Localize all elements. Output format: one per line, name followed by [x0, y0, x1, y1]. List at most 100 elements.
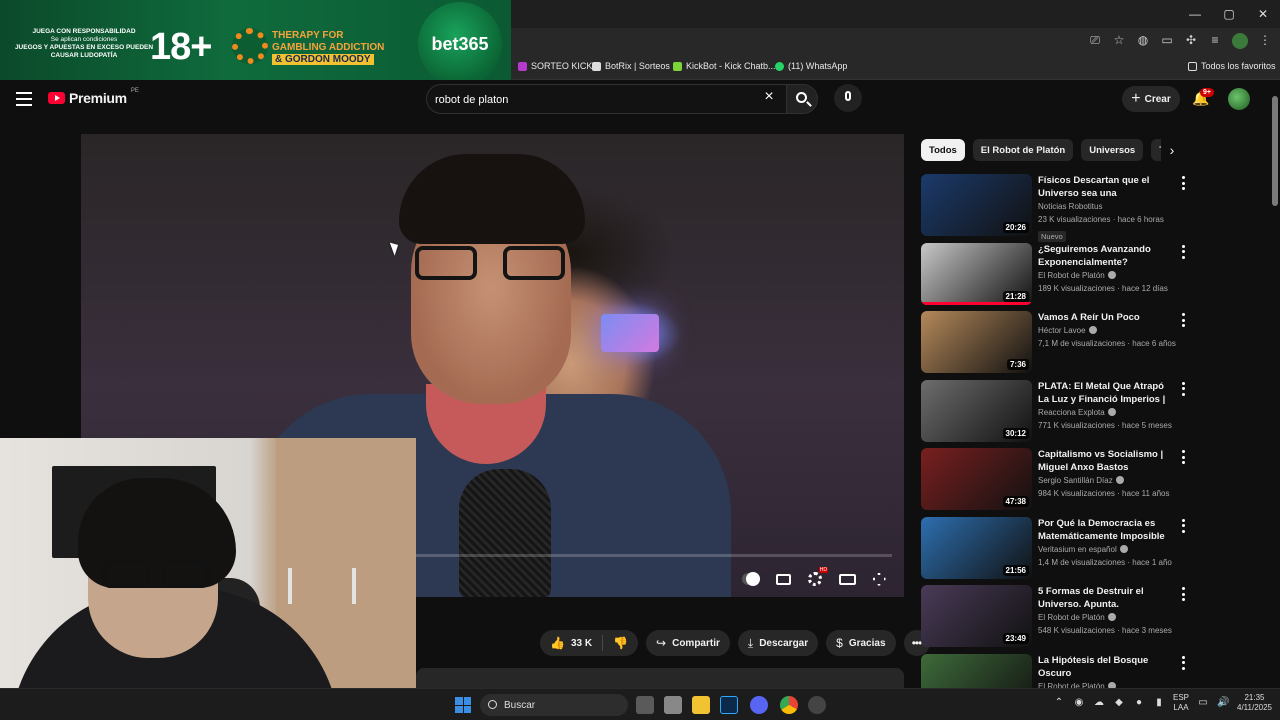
puzzle-icon[interactable]: ✣ [1184, 33, 1198, 47]
create-button[interactable]: + Crear [1122, 86, 1180, 112]
download-button[interactable]: ⤓ Descargar [737, 630, 819, 656]
related-video-channel[interactable]: Reacciona Explota [1038, 406, 1168, 419]
like-icon[interactable]: 👍 [550, 636, 565, 650]
more-options-icon[interactable] [1179, 176, 1187, 190]
related-video-title[interactable]: ¿Seguiremos Avanzando Exponencialmente? [1038, 243, 1168, 269]
bookmark-star-icon[interactable]: ☆ [1112, 33, 1126, 47]
more-options-icon[interactable] [1179, 381, 1187, 396]
fullscreen-button[interactable] [870, 571, 888, 587]
more-options-icon[interactable] [1179, 244, 1187, 259]
chevron-right-icon[interactable]: › [1164, 142, 1180, 158]
share-button[interactable]: ↪ Compartir [646, 630, 730, 656]
dislike-icon[interactable]: 👎 [613, 636, 628, 650]
ad-banner[interactable]: JUEGA CON RESPONSABILIDAD Se aplican con… [0, 0, 511, 88]
app-icon[interactable] [664, 696, 682, 714]
app-icon[interactable] [808, 696, 826, 714]
related-video-item[interactable]: 21:56 Por Qué la Democracia es Matemática… [921, 516, 1193, 586]
related-video-item[interactable]: 20:26 Físicos Descartan que el Universo s… [921, 174, 1193, 243]
browser-profile-avatar[interactable] [1232, 33, 1248, 49]
all-favorites-folder[interactable]: Todos los favoritos [1188, 61, 1276, 71]
more-options-icon[interactable] [1179, 313, 1187, 327]
video-thumbnail[interactable]: 21:28 [921, 242, 1032, 305]
volume-icon[interactable]: 🔊 [1217, 697, 1229, 709]
related-video-title[interactable]: La Hipótesis del Bosque Oscuro [1038, 654, 1168, 680]
thanks-button[interactable]: $ Gracias [826, 630, 896, 656]
related-video-item[interactable]: 7:36 Vamos A Reír Un Poco Héctor Lavoe 7,1 … [921, 311, 1193, 380]
related-video-item[interactable]: 30:12 PLATA: El Metal Que Atrapó La Luz y… [921, 379, 1193, 449]
maximize-button[interactable]: ▢ [1212, 0, 1246, 28]
menu-icon[interactable] [16, 92, 32, 106]
account-avatar[interactable] [1228, 88, 1250, 110]
clear-search-icon[interactable]: × [762, 89, 776, 105]
video-thumbnail[interactable]: 7:36 [921, 311, 1032, 373]
video-thumbnail[interactable]: 21:56 [921, 516, 1032, 579]
related-video-title[interactable]: 5 Formas de Destruir el Universo. Apunta… [1038, 585, 1168, 611]
discord-icon[interactable] [750, 696, 768, 714]
youtube-premium-logo[interactable]: Premium PE [48, 88, 139, 106]
more-options-icon[interactable] [1179, 450, 1187, 464]
close-window-button[interactable]: ✕ [1246, 0, 1280, 28]
related-video-title[interactable]: Físicos Descartan que el Universo sea un… [1038, 174, 1168, 200]
extension-icon[interactable]: ▭ [1160, 33, 1174, 47]
chevron-up-icon[interactable]: ⌃ [1053, 697, 1065, 709]
cast-icon[interactable]: ⎚ [1088, 33, 1102, 47]
clock[interactable]: 21:35 4/11/2025 [1237, 693, 1272, 713]
file-explorer-icon[interactable] [692, 696, 710, 714]
video-thumbnail[interactable]: 30:12 [921, 379, 1032, 442]
taskbar-search[interactable]: Buscar [480, 694, 628, 716]
network-icon[interactable]: ▭ [1197, 697, 1209, 709]
media-control-icon[interactable]: ≡ [1208, 33, 1222, 47]
related-video-title[interactable]: Por Qué la Democracia es Matemáticamente… [1038, 517, 1168, 543]
more-options-icon[interactable] [1179, 587, 1187, 601]
windows-start-icon[interactable] [455, 697, 471, 713]
browser-menu-icon[interactable]: ⋮ [1258, 33, 1272, 47]
related-video-channel[interactable]: Sergio Santillán Díaz [1038, 474, 1168, 487]
related-video-item[interactable]: 21:28 ¿Seguiremos Avanzando Exponencialme… [921, 242, 1193, 312]
search-input[interactable] [435, 91, 755, 109]
related-video-channel[interactable]: Veritasium en español [1038, 543, 1168, 556]
task-view-icon[interactable] [636, 696, 654, 714]
related-video-channel[interactable]: El Robot de Platón [1038, 611, 1168, 624]
video-thumbnail[interactable]: 23:49 [921, 585, 1032, 647]
chip-tech[interactable]: Tec [1151, 139, 1161, 161]
chrome-icon[interactable] [780, 696, 798, 714]
related-video-title[interactable]: Capitalismo vs Socialismo | Miguel Anxo … [1038, 448, 1168, 474]
settings-button[interactable]: HD [806, 567, 828, 587]
language-indicator[interactable]: ESP LAA [1173, 693, 1189, 713]
tray-app-icon[interactable]: ◉ [1073, 697, 1085, 709]
bookmark-item[interactable]: SORTEO KICK [518, 61, 592, 71]
bookmark-item[interactable]: (11) WhatsApp [775, 61, 847, 71]
related-video-title[interactable]: Vamos A Reír Un Poco [1038, 311, 1168, 324]
subtitles-button[interactable] [774, 571, 792, 587]
related-video-item[interactable]: 23:49 5 Formas de Destruir el Universo. A… [921, 585, 1193, 654]
chip-universes[interactable]: Universos [1081, 139, 1144, 161]
extension-icon[interactable]: ◍ [1136, 33, 1150, 47]
search-button[interactable] [786, 84, 818, 114]
more-options-icon[interactable] [1179, 655, 1187, 670]
like-count[interactable]: 33 K [571, 638, 592, 649]
related-video-title[interactable]: PLATA: El Metal Que Atrapó La Luz y Fina… [1038, 380, 1168, 406]
tray-app-icon[interactable]: ● [1133, 697, 1145, 709]
related-video-item[interactable]: 47:38 Capitalismo vs Socialismo | Miguel … [921, 448, 1193, 517]
video-thumbnail[interactable]: 47:38 [921, 448, 1032, 510]
chip-channel[interactable]: El Robot de Platón [972, 139, 1074, 161]
related-video-channel[interactable]: Héctor Lavoe [1038, 324, 1168, 337]
cloud-icon[interactable]: ☁ [1093, 697, 1105, 709]
video-thumbnail[interactable]: 20:26 [921, 174, 1032, 236]
related-video-channel[interactable]: Noticias Robotitus [1038, 200, 1168, 213]
description-box[interactable] [416, 668, 904, 688]
photoshop-icon[interactable] [720, 696, 738, 714]
bookmark-item[interactable]: BotRix | Sorteos [592, 61, 670, 71]
theater-mode-button[interactable] [838, 571, 856, 587]
voice-search-button[interactable] [834, 84, 862, 112]
more-options-icon[interactable] [1179, 518, 1187, 533]
bookmark-item[interactable]: KickBot - Kick Chatb... [673, 61, 776, 71]
chip-all[interactable]: Todos [921, 139, 965, 161]
scrollbar-thumb[interactable] [1272, 96, 1278, 206]
minimize-button[interactable]: — [1178, 0, 1212, 28]
related-video-channel[interactable]: El Robot de Platón [1038, 269, 1168, 282]
tray-app-icon[interactable]: ▮ [1153, 697, 1165, 709]
autoplay-toggle[interactable] [742, 571, 760, 587]
page-scrollbar[interactable] [1270, 80, 1280, 688]
tray-app-icon[interactable]: ◆ [1113, 697, 1125, 709]
